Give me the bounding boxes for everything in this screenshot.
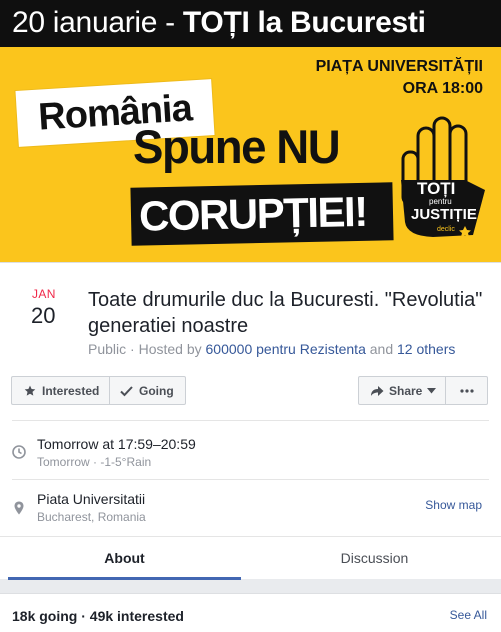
banner-top-strip: 20 ianuarie - TOȚI la Bucuresti bbox=[0, 0, 501, 47]
show-map-link[interactable]: Show map bbox=[425, 498, 482, 512]
banner-location: PIAȚA UNIVERSITĂȚII ORA 18:00 bbox=[316, 56, 483, 100]
share-button[interactable]: Share bbox=[358, 376, 446, 405]
going-button[interactable]: Going bbox=[109, 376, 186, 405]
guest-stats-card: 18k going · 49k interested See All bbox=[0, 593, 501, 632]
event-date-month: JAN bbox=[32, 287, 56, 301]
badge-declic-text: declic bbox=[437, 226, 455, 233]
event-date-day: 20 bbox=[31, 303, 56, 328]
banner-coruptiei-text: CORUPȚIEI! bbox=[138, 187, 368, 240]
raised-hand-logo: TOȚI pentru JUSTIȚIE declic bbox=[401, 116, 485, 237]
event-place-name[interactable]: Piata Universitatii bbox=[37, 491, 145, 507]
banner-coruptiei-box: CORUPȚIEI! bbox=[130, 182, 394, 246]
badge-justitie-text: JUSTIȚIE bbox=[411, 206, 477, 223]
event-weather: Tomorrow · -1-5°Rain bbox=[37, 455, 152, 469]
share-label: Share bbox=[389, 383, 423, 398]
section-divider bbox=[12, 420, 489, 421]
interested-label: Interested bbox=[42, 383, 100, 398]
tab-about[interactable]: About bbox=[8, 537, 241, 580]
tab-discussion[interactable]: Discussion bbox=[258, 537, 491, 580]
event-hosted-line: Public · Hosted by 600000 pentru Reziste… bbox=[88, 341, 455, 357]
section-divider bbox=[12, 479, 489, 480]
more-dots-icon bbox=[459, 388, 474, 393]
banner-location-name: PIAȚA UNIVERSITĂȚII bbox=[315, 58, 483, 75]
event-place-city: Bucharest, Romania bbox=[37, 510, 146, 524]
others-link[interactable]: 12 others bbox=[397, 341, 455, 357]
event-cover-image[interactable]: 20 ianuarie - TOȚI la Bucuresti PIAȚA UN… bbox=[0, 0, 501, 262]
going-interested-count: 18k going · 49k interested bbox=[12, 608, 184, 624]
banner-location-time: ORA 18:00 bbox=[402, 80, 483, 97]
checkmark-icon bbox=[120, 385, 133, 396]
badge-toti-text: TOȚI bbox=[417, 179, 455, 198]
interested-button[interactable]: Interested bbox=[11, 376, 110, 405]
hosted-and-label: and bbox=[365, 341, 397, 357]
see-all-link[interactable]: See All bbox=[450, 608, 487, 622]
share-arrow-icon bbox=[371, 385, 384, 396]
event-title: Toate drumurile duc la Bucuresti. "Revol… bbox=[88, 289, 483, 337]
event-time[interactable]: Tomorrow at 17:59–20:59 bbox=[37, 436, 196, 452]
caret-down-icon bbox=[427, 387, 437, 393]
event-tabs: About Discussion bbox=[0, 536, 501, 580]
host-link[interactable]: 600000 pentru Rezistenta bbox=[206, 341, 366, 357]
star-icon bbox=[24, 385, 36, 396]
more-options-button[interactable] bbox=[445, 376, 488, 405]
event-privacy: Public bbox=[88, 341, 127, 357]
location-pin-icon bbox=[14, 501, 24, 515]
clock-icon bbox=[12, 445, 26, 459]
badge-pentru-text: pentru bbox=[429, 197, 452, 206]
hosted-by-label: · Hosted by bbox=[126, 341, 206, 357]
banner-date-headline: 20 ianuarie - TOȚI la Bucuresti bbox=[12, 6, 426, 39]
going-label: Going bbox=[139, 383, 174, 398]
banner-spune-nu: Spune NU bbox=[133, 120, 341, 173]
